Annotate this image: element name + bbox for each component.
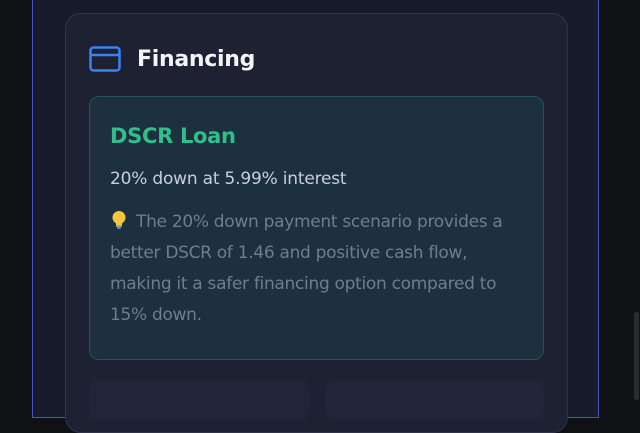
scrollbar-thumb[interactable] — [634, 312, 639, 400]
dscr-loan-box: DSCR Loan 20% down at 5.99% interest The… — [89, 96, 544, 360]
lightbulb-icon — [110, 210, 128, 230]
credit-card-icon — [89, 45, 121, 73]
loan-title: DSCR Loan — [110, 124, 236, 148]
loan-terms: 20% down at 5.99% interest — [110, 169, 347, 189]
loan-note: The 20% down payment scenario provides a… — [110, 207, 523, 331]
sub-card-left — [89, 380, 309, 420]
sub-card-right — [325, 380, 544, 420]
scrollbar-track[interactable] — [632, 0, 640, 400]
section-title: Financing — [137, 46, 256, 72]
loan-note-text: The 20% down payment scenario provides a… — [110, 212, 503, 325]
financing-header: Financing — [89, 42, 255, 76]
